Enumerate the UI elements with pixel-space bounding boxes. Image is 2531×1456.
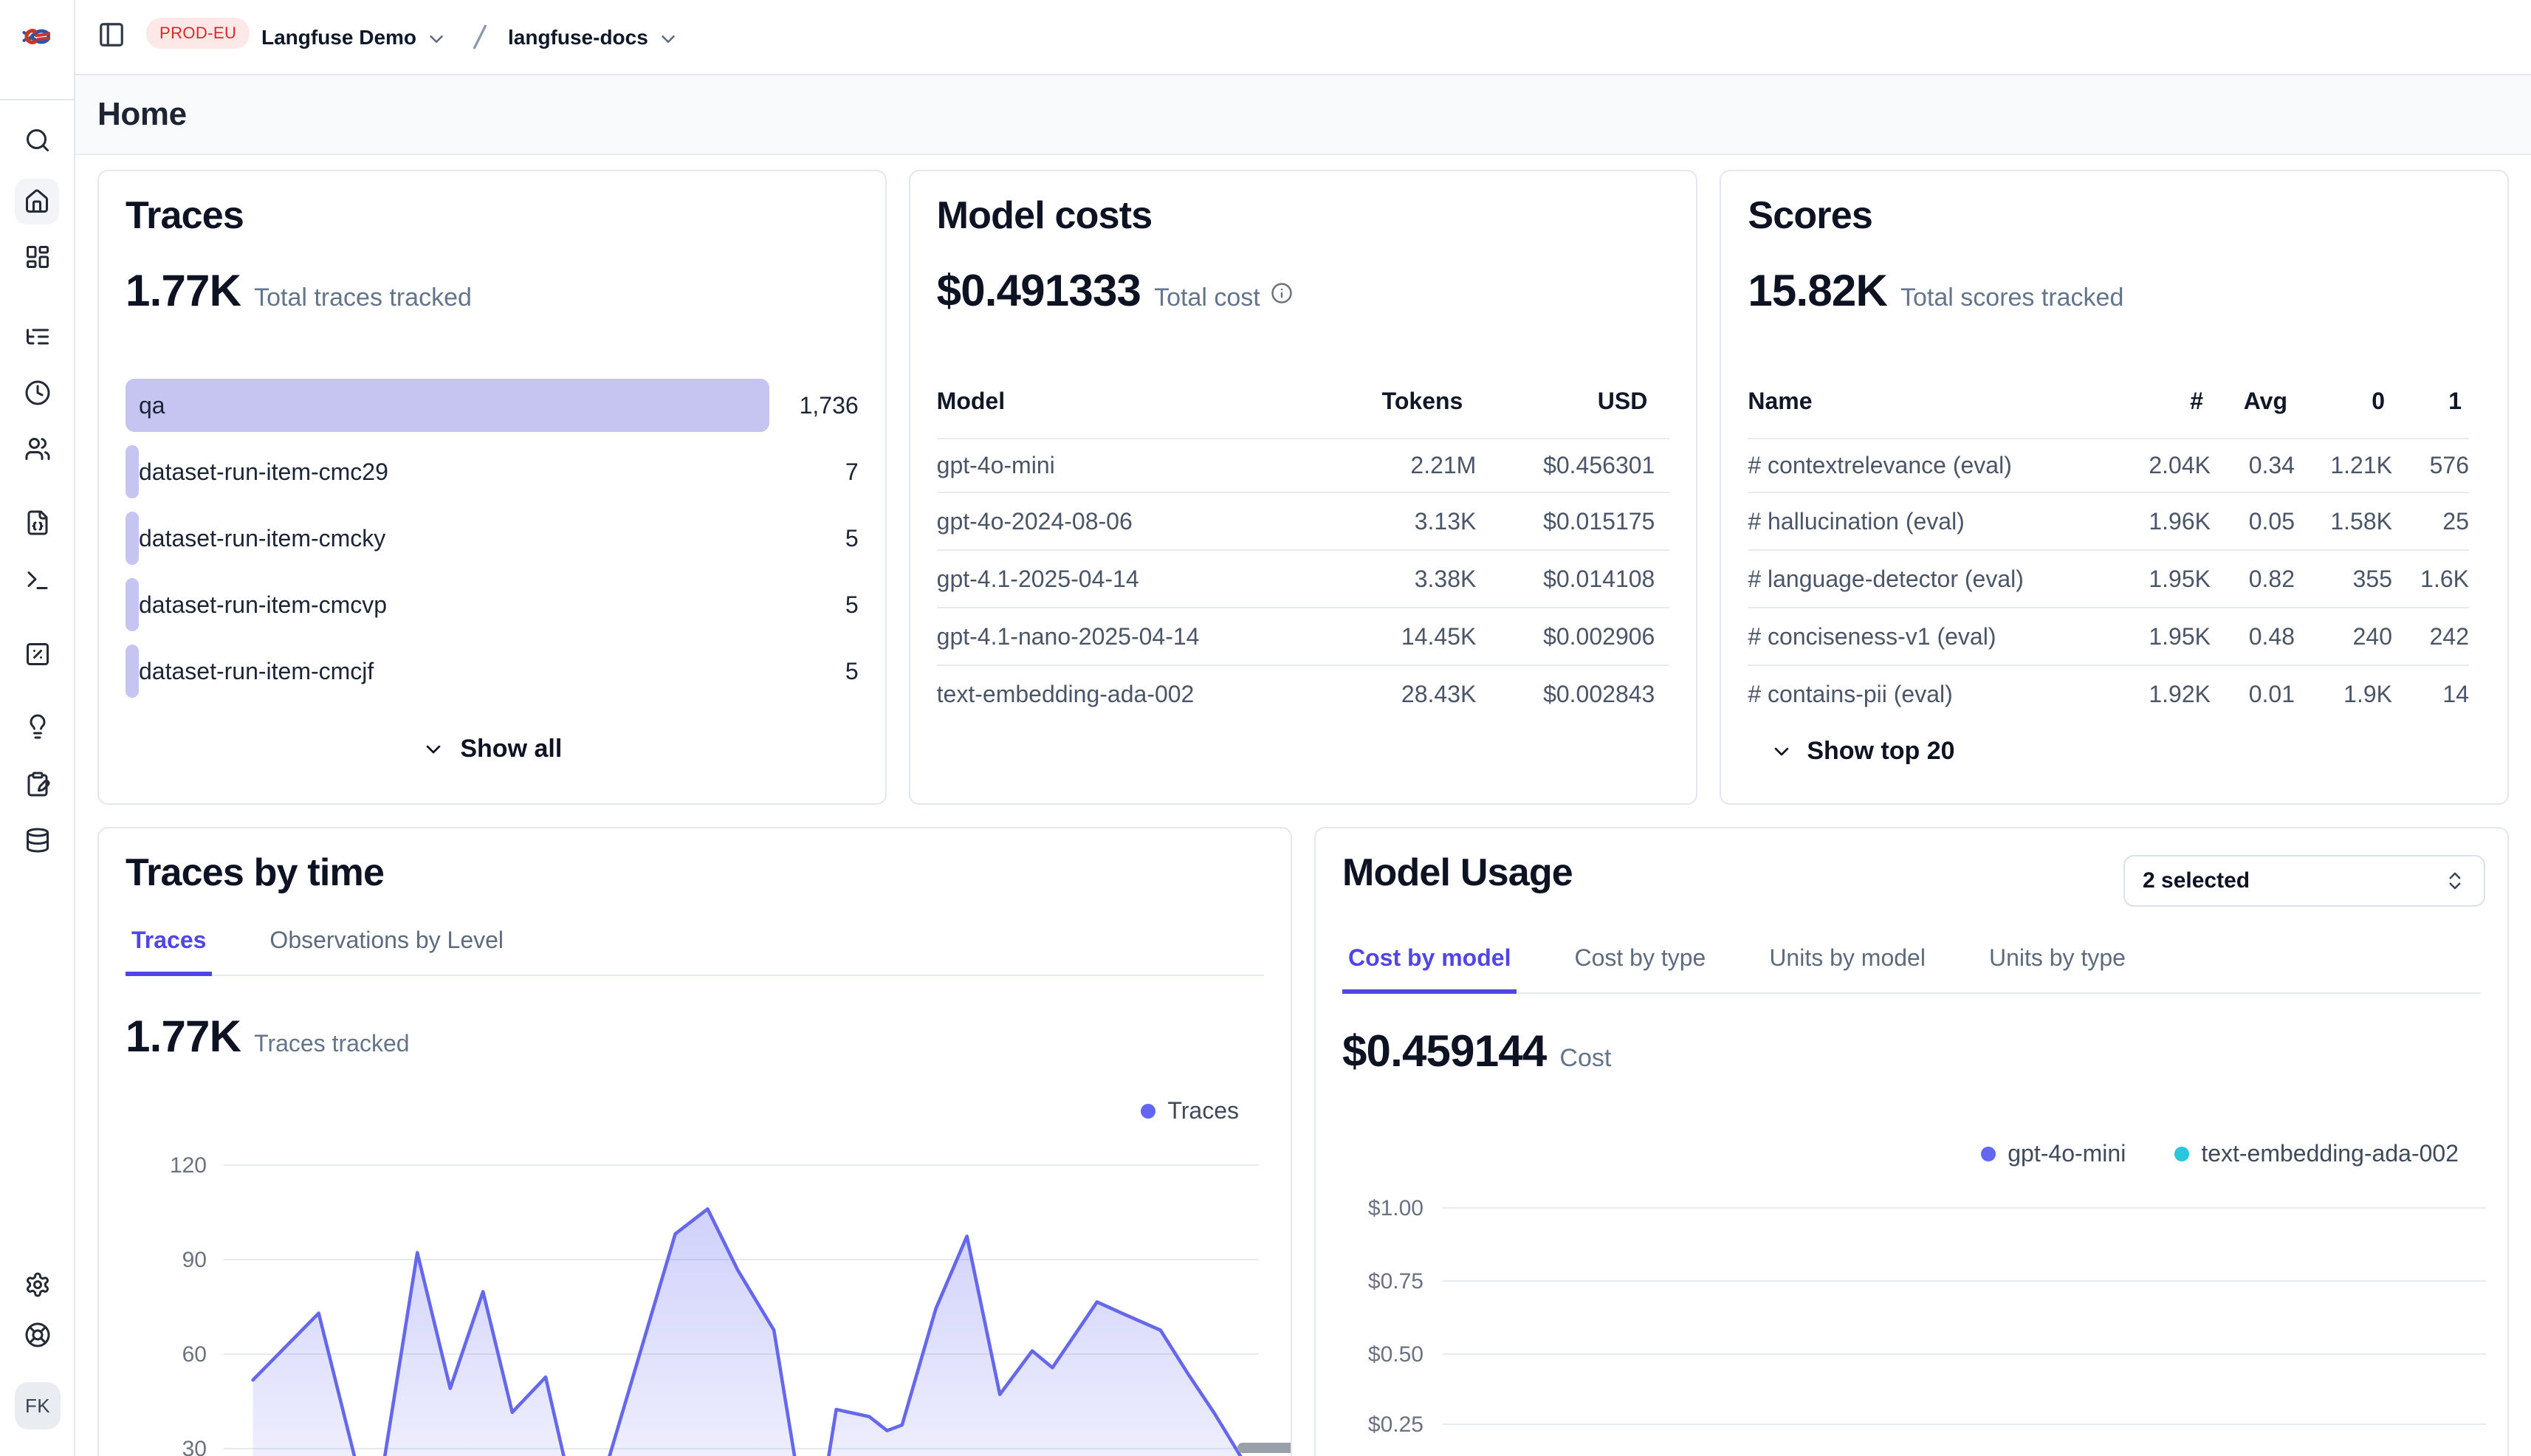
svg-text:$0.75: $0.75	[1368, 1269, 1424, 1294]
svg-text:$0.25: $0.25	[1368, 1412, 1424, 1437]
svg-text:90: 90	[182, 1248, 207, 1272]
svg-text:$0.50: $0.50	[1368, 1342, 1424, 1367]
svg-text:30: 30	[182, 1437, 207, 1456]
svg-text:$1.00: $1.00	[1368, 1196, 1424, 1220]
svg-text:120: 120	[170, 1153, 207, 1178]
svg-text:60: 60	[182, 1342, 207, 1367]
